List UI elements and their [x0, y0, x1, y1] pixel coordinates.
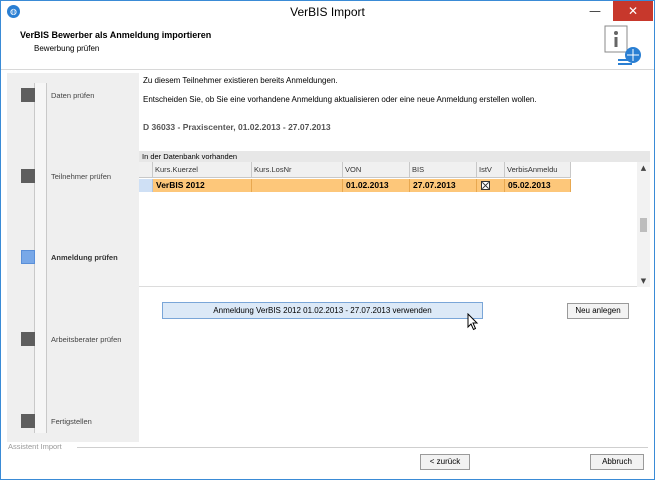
scroll-up-arrow-icon[interactable]: ▲: [637, 162, 650, 174]
column-header[interactable]: VerbisAnmeldu: [505, 162, 571, 178]
table-cell[interactable]: 05.02.2013: [505, 179, 571, 192]
header-title: VerBIS Bewerber als Anmeldung importiere…: [20, 30, 212, 40]
row-header-corner: [139, 162, 153, 178]
table-cell[interactable]: [252, 179, 343, 192]
table-cell[interactable]: [477, 179, 505, 192]
step-label: Daten prüfen: [51, 91, 95, 100]
course-info: D 36033 - Praxiscenter, 01.02.2013 - 27.…: [143, 122, 331, 132]
use-existing-registration-button[interactable]: Anmeldung VerBIS 2012 01.02.2013 - 27.07…: [162, 302, 483, 319]
row-selector[interactable]: [139, 179, 153, 192]
column-header[interactable]: Kurs.LosNr: [252, 162, 343, 178]
back-button[interactable]: < zurück: [420, 454, 470, 470]
wizard-window: ◍ VerBIS Import — ✕ VerBIS Bewerber als …: [0, 0, 655, 480]
scroll-thumb[interactable]: [640, 218, 647, 232]
step-label: Teilnehmer prüfen: [51, 172, 112, 181]
window-title: VerBIS Import: [290, 5, 365, 19]
instruction-message: Entscheiden Sie, ob Sie eine vorhandene …: [143, 95, 537, 104]
table-cell[interactable]: 01.02.2013: [343, 179, 410, 192]
main-content: Zu diesem Teilnehmer existieren bereits …: [139, 73, 650, 442]
step-marker: [21, 332, 35, 346]
grid-scrollbar[interactable]: ▲ ▼: [637, 162, 650, 287]
column-header[interactable]: IstV: [477, 162, 505, 178]
step-arbeitsberater-pruefen: Arbeitsberater prüfen: [21, 332, 141, 348]
mouse-cursor-icon: [467, 313, 479, 331]
grid-caption: In der Datenbank vorhanden: [139, 151, 650, 162]
scroll-down-arrow-icon[interactable]: ▼: [637, 275, 650, 287]
minimize-button[interactable]: —: [583, 1, 607, 21]
column-header[interactable]: BIS: [410, 162, 477, 178]
step-daten-pruefen: Daten prüfen: [21, 88, 141, 104]
table-cell[interactable]: 27.07.2013: [410, 179, 477, 192]
step-marker: [21, 88, 35, 102]
cancel-button[interactable]: Abbruch: [590, 454, 644, 470]
step-label: Arbeitsberater prüfen: [51, 335, 122, 344]
step-marker-active: [21, 250, 35, 264]
istv-checkbox[interactable]: [481, 181, 490, 190]
step-anmeldung-pruefen: Anmeldung prüfen: [21, 250, 141, 266]
wizard-steps: Daten prüfen Teilnehmer prüfen Anmeldung…: [7, 73, 139, 442]
footer-divider: [77, 447, 648, 448]
column-header[interactable]: VON: [343, 162, 410, 178]
step-marker: [21, 169, 35, 183]
footer-group-label: Assistent Import: [8, 442, 62, 451]
step-teilnehmer-pruefen: Teilnehmer prüfen: [21, 169, 141, 185]
table-cell[interactable]: VerBIS 2012: [153, 179, 252, 192]
title-bar: ◍ VerBIS Import — ✕: [1, 1, 654, 23]
registrations-grid: Kurs.Kuerzel Kurs.LosNr VON BIS IstV Ver…: [139, 162, 650, 287]
step-label: Anmeldung prüfen: [51, 253, 118, 262]
info-message: Zu diesem Teilnehmer existieren bereits …: [143, 76, 338, 85]
close-button[interactable]: ✕: [613, 1, 653, 21]
step-label: Fertigstellen: [51, 417, 92, 426]
wizard-header: VerBIS Bewerber als Anmeldung importiere…: [1, 23, 654, 70]
new-registration-button[interactable]: Neu anlegen: [567, 303, 629, 319]
header-subtitle: Bewerbung prüfen: [34, 44, 100, 53]
column-header[interactable]: Kurs.Kuerzel: [153, 162, 252, 178]
step-marker: [21, 414, 35, 428]
step-fertigstellen: Fertigstellen: [21, 414, 141, 430]
document-info-icon: [604, 25, 641, 65]
